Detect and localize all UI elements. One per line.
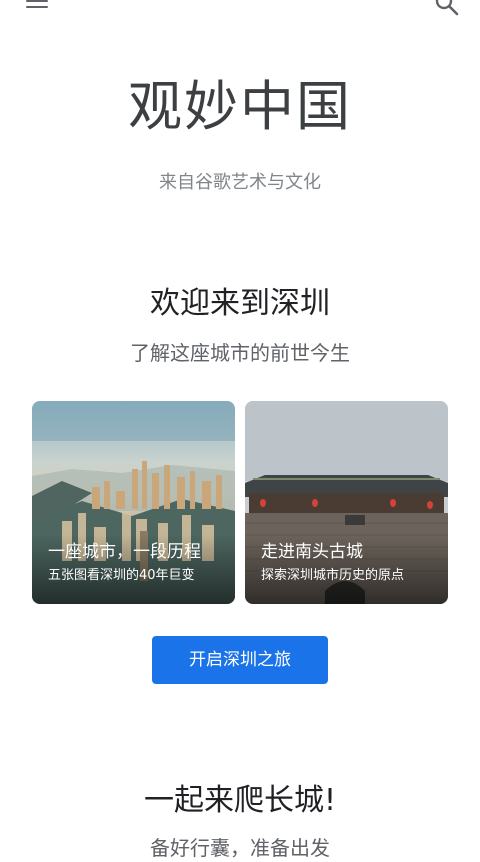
great-wall-section-subtitle: 备好行囊，准备出发 (150, 836, 330, 860)
card-subtitle: 五张图看深圳的40年巨变 (48, 568, 195, 583)
top-app-bar (0, 0, 480, 20)
menu-button[interactable] (24, 0, 52, 16)
search-icon (435, 0, 459, 16)
hero-title: 观妙中国 (128, 75, 352, 138)
great-wall-section-title: 一起来爬长城! (143, 783, 337, 818)
hamburger-menu-icon-line (26, 6, 48, 8)
shenzhen-section-title: 欢迎来到深圳 (150, 286, 330, 321)
story-card-nantou-ancient-city[interactable]: 走进南头古城 探索深圳城市历史的原点 (245, 401, 448, 604)
card-title: 一座城市，一段历程 (48, 542, 201, 562)
card-title: 走进南头古城 (261, 542, 363, 562)
hero-subtitle: 来自谷歌艺术与文化 (159, 172, 321, 193)
hamburger-menu-icon (26, 0, 48, 2)
search-button[interactable] (432, 0, 462, 18)
start-shenzhen-tour-button[interactable]: 开启深圳之旅 (152, 636, 328, 684)
shenzhen-section-subtitle: 了解这座城市的前世今生 (130, 341, 350, 365)
card-subtitle: 探索深圳城市历史的原点 (261, 568, 405, 583)
story-card-city-journey[interactable]: 一座城市，一段历程 五张图看深圳的40年巨变 (32, 401, 235, 604)
